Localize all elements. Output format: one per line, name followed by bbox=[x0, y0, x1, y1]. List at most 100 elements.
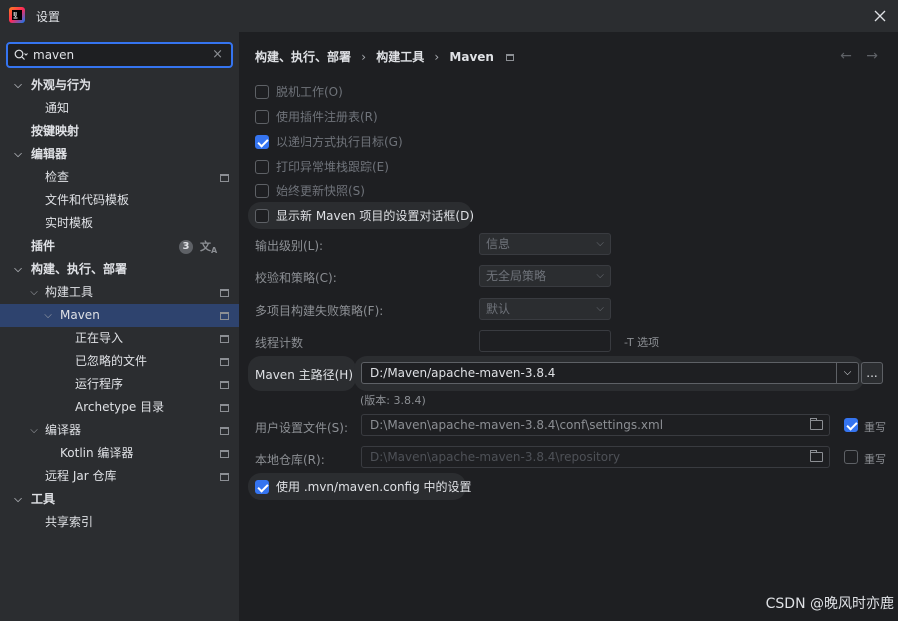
always-update-checkbox[interactable] bbox=[255, 184, 269, 198]
tree-item-remote-jar-repositories[interactable]: 远程 Jar 仓库 bbox=[0, 465, 239, 488]
print-stack-trace-checkbox[interactable] bbox=[255, 160, 269, 174]
tree-item-label: Archetype 目录 bbox=[75, 400, 165, 414]
tree-item-label: 通知 bbox=[45, 101, 70, 115]
option-label: 使用插件注册表(R) bbox=[276, 110, 378, 124]
plugin-registry-checkbox[interactable] bbox=[255, 110, 269, 124]
tree-item-label: Kotlin 编译器 bbox=[60, 446, 134, 460]
tree-item-tools[interactable]: ⌵ 工具 bbox=[0, 488, 239, 511]
tree-item-shared-indexes[interactable]: 共享索引 bbox=[0, 511, 239, 534]
tree-item-label: 文件和代码模板 bbox=[45, 193, 130, 207]
breadcrumb: 构建、执行、部署 › 构建工具 › Maven bbox=[255, 48, 520, 65]
tree-item-label: 编辑器 bbox=[31, 147, 68, 161]
use-mvn-config-checkbox[interactable] bbox=[255, 480, 269, 494]
option-print-stack-trace[interactable]: 打印异常堆栈跟踪(E) bbox=[255, 156, 555, 178]
chevron-down-icon[interactable]: ⌵ bbox=[28, 419, 40, 442]
project-settings-icon bbox=[220, 404, 229, 412]
override-user-settings-checkbox[interactable] bbox=[844, 418, 858, 432]
show-settings-dialog-checkbox[interactable] bbox=[255, 209, 269, 223]
override-label: 重写 bbox=[864, 453, 886, 466]
forward-button[interactable]: → bbox=[866, 48, 878, 64]
tree-item-importing[interactable]: 正在导入 bbox=[0, 327, 239, 350]
browse-maven-home-button[interactable]: ... bbox=[861, 362, 883, 384]
tree-item-live-templates[interactable]: 实时模板 bbox=[0, 212, 239, 235]
maven-version-label: (版本: 3.8.4) bbox=[360, 394, 426, 407]
tree-item-inspections[interactable]: 检查 bbox=[0, 166, 239, 189]
option-recursive[interactable]: 以递归方式执行目标(G) bbox=[255, 131, 555, 153]
search-box[interactable]: × bbox=[6, 42, 233, 68]
tree-item-label: 外观与行为 bbox=[31, 78, 92, 92]
clear-search-icon[interactable]: × bbox=[212, 47, 223, 62]
option-label: 显示新 Maven 项目的设置对话框(D) bbox=[276, 209, 475, 223]
project-settings-icon bbox=[220, 358, 229, 366]
work-offline-checkbox[interactable] bbox=[255, 85, 269, 99]
tree-item-file-templates[interactable]: 文件和代码模板 bbox=[0, 189, 239, 212]
project-settings-icon bbox=[506, 54, 515, 61]
tree-item-compiler[interactable]: ⌵ 编译器 bbox=[0, 419, 239, 442]
local-repo-input[interactable]: D:\Maven\apache-maven-3.8.4\repository bbox=[361, 446, 830, 468]
option-use-mvn-config[interactable]: 使用 .mvn/maven.config 中的设置 bbox=[255, 476, 472, 498]
tree-item-ignored-files[interactable]: 已忽略的文件 bbox=[0, 350, 239, 373]
tree-item-maven[interactable]: ⌵ Maven bbox=[0, 304, 239, 327]
breadcrumb-item: 构建工具 bbox=[376, 50, 425, 64]
tree-item-build-execution-deployment[interactable]: ⌵ 构建、执行、部署 bbox=[0, 258, 239, 281]
option-label: 脱机工作(O) bbox=[276, 85, 343, 99]
failure-policy-select[interactable]: 默认 ⌵ bbox=[479, 298, 611, 320]
chevron-down-icon[interactable]: ⌵ bbox=[42, 304, 54, 327]
tree-item-runner[interactable]: 运行程序 bbox=[0, 373, 239, 396]
project-settings-icon bbox=[220, 473, 229, 481]
recursive-checkbox[interactable] bbox=[255, 135, 269, 149]
failure-policy-label: 多项目构建失败策略(F): bbox=[255, 304, 384, 318]
output-level-value: 信息 bbox=[486, 237, 511, 251]
breadcrumb-separator: › bbox=[434, 50, 440, 64]
tree-item-kotlin-compiler[interactable]: Kotlin 编译器 bbox=[0, 442, 239, 465]
search-input[interactable] bbox=[33, 46, 203, 64]
tree-item-label: 编译器 bbox=[45, 423, 82, 437]
tree-item-label: 已忽略的文件 bbox=[75, 354, 148, 368]
folder-icon[interactable] bbox=[810, 450, 823, 462]
nav-arrows: ← → bbox=[830, 48, 878, 64]
settings-sidebar: × ⌵ 外观与行为 通知 按键映射 ⌵ 编辑器 检查 文件和代码模板 实时模板 … bbox=[0, 32, 239, 621]
back-button[interactable]: ← bbox=[840, 48, 852, 64]
thread-count-input[interactable] bbox=[479, 330, 611, 352]
chevron-down-icon[interactable]: ⌵ bbox=[12, 488, 24, 511]
chevron-down-icon[interactable]: ⌵ bbox=[12, 258, 24, 281]
tree-item-notifications[interactable]: 通知 bbox=[0, 97, 239, 120]
option-label: 使用 .mvn/maven.config 中的设置 bbox=[276, 480, 472, 494]
folder-icon[interactable] bbox=[810, 418, 823, 430]
user-settings-input[interactable]: D:\Maven\apache-maven-3.8.4\conf\setting… bbox=[361, 414, 830, 436]
user-settings-label: 用户设置文件(S): bbox=[255, 421, 349, 435]
tree-item-label: 构建、执行、部署 bbox=[31, 262, 128, 276]
option-label: 以递归方式执行目标(G) bbox=[276, 135, 403, 149]
option-always-update-snapshots[interactable]: 始终更新快照(S) bbox=[255, 180, 555, 202]
tree-item-label: Maven bbox=[60, 308, 100, 322]
option-work-offline[interactable]: 脱机工作(O) bbox=[255, 81, 555, 103]
tree-item-label: 共享索引 bbox=[45, 515, 94, 529]
tree-item-archetype-catalogs[interactable]: Archetype 目录 bbox=[0, 396, 239, 419]
option-plugin-registry[interactable]: 使用插件注册表(R) bbox=[255, 106, 555, 128]
chevron-down-icon[interactable]: ⌵ bbox=[836, 363, 858, 383]
option-label: 打印异常堆栈跟踪(E) bbox=[276, 160, 389, 174]
checksum-policy-value: 无全局策略 bbox=[486, 269, 547, 283]
override-local-repo-checkbox[interactable] bbox=[844, 450, 858, 464]
checksum-policy-select[interactable]: 无全局策略 ⌵ bbox=[479, 265, 611, 287]
close-button[interactable] bbox=[868, 4, 892, 28]
tree-item-editor[interactable]: ⌵ 编辑器 bbox=[0, 143, 239, 166]
maven-home-path-combo[interactable]: D:/Maven/apache-maven-3.8.4 ⌵ bbox=[361, 362, 859, 384]
tree-item-label: 实时模板 bbox=[45, 216, 94, 230]
tree-item-build-tools[interactable]: ⌵ 构建工具 bbox=[0, 281, 239, 304]
output-level-select[interactable]: 信息 ⌵ bbox=[479, 233, 611, 255]
tree-item-keymap[interactable]: 按键映射 bbox=[0, 120, 239, 143]
maven-settings-panel: 构建、执行、部署 › 构建工具 › Maven ← → 脱机工作(O) 使用插件… bbox=[239, 32, 898, 621]
chevron-down-icon[interactable]: ⌵ bbox=[12, 143, 24, 166]
project-settings-icon bbox=[220, 174, 229, 182]
close-icon bbox=[874, 10, 886, 22]
chevron-down-icon[interactable]: ⌵ bbox=[12, 74, 24, 97]
tree-item-plugins[interactable]: 插件 3 文A bbox=[0, 235, 239, 258]
option-show-settings-dialog[interactable]: 显示新 Maven 项目的设置对话框(D) bbox=[255, 205, 475, 227]
chevron-down-icon[interactable]: ⌵ bbox=[28, 281, 40, 304]
tree-item-label: 检查 bbox=[45, 170, 70, 184]
project-settings-icon bbox=[220, 312, 229, 320]
search-icon bbox=[14, 49, 28, 60]
tree-item-appearance[interactable]: ⌵ 外观与行为 bbox=[0, 74, 239, 97]
breadcrumb-item: 构建、执行、部署 bbox=[255, 50, 352, 64]
